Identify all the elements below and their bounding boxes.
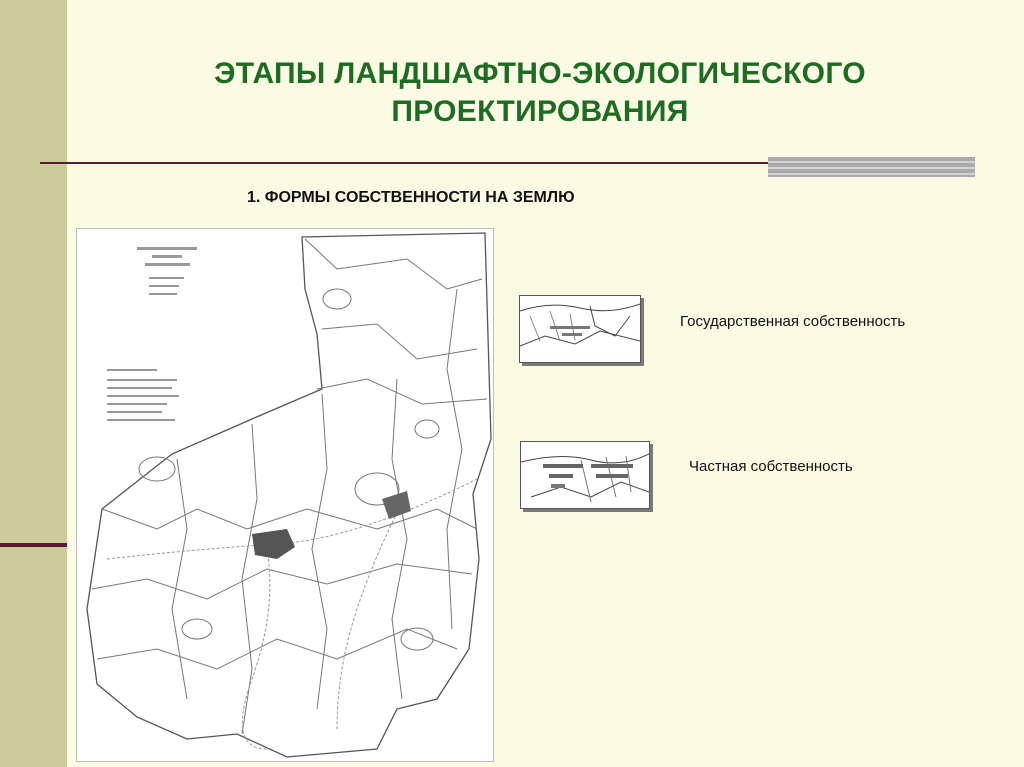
- slide-subtitle: 1. ФОРМЫ СОБСТВЕННОСТИ НА ЗЕМЛЮ: [247, 189, 575, 206]
- private-property-thumbnail-drawing: [521, 453, 649, 503]
- land-plan-map-drawing: [86, 232, 492, 758]
- divider-striped-bar: [768, 157, 975, 177]
- sidebar-panel: [0, 0, 67, 767]
- private-property-thumbnail: [520, 441, 650, 509]
- title-line-2: ПРОЕКТИРОВАНИЯ: [391, 95, 689, 128]
- slide-title: ЭТАПЫ ЛАНДШАФТНО-ЭКОЛОГИЧЕСКОГО ПРОЕКТИР…: [110, 55, 970, 131]
- title-line-1: ЭТАПЫ ЛАНДШАФТНО-ЭКОЛОГИЧЕСКОГО: [214, 57, 866, 90]
- land-plan-map: [76, 228, 494, 762]
- sidebar-accent-line: [0, 543, 67, 547]
- state-property-thumbnail-drawing: [520, 303, 640, 347]
- private-property-caption: Частная собственность: [689, 458, 853, 475]
- state-property-caption: Государственная собственность: [680, 313, 906, 330]
- state-property-thumbnail: [519, 295, 641, 363]
